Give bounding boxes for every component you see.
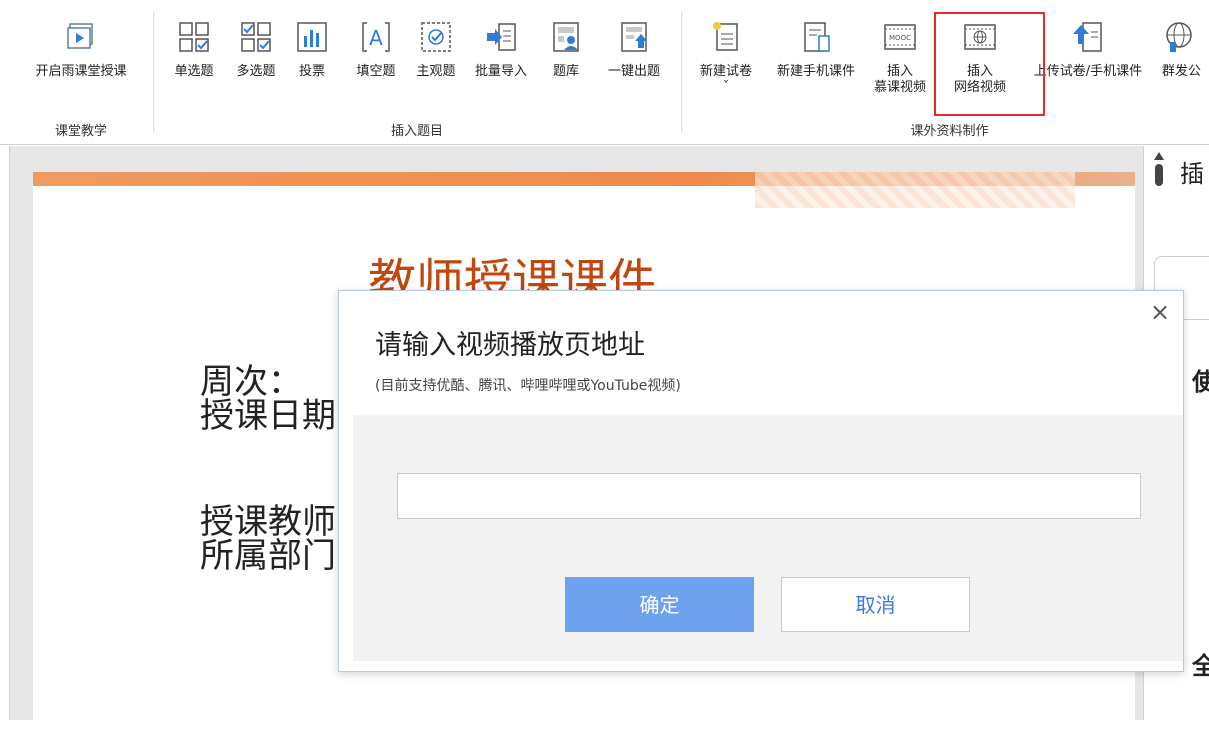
ribbon-separator [153,12,154,132]
group-label-classroom: 课堂教学 [54,124,107,139]
upload-exam-courseware-label: 上传试卷/手机课件 [1033,64,1143,79]
svg-text:A: A [369,26,383,50]
one-click-questions-button[interactable]: 一键出题 [598,0,670,118]
bar-chart-icon [297,22,327,52]
start-rain-classroom-button[interactable]: 开启雨课堂授课 [22,0,140,118]
subjective-button[interactable]: 主观题 [406,0,466,118]
question-bank-button[interactable]: 题库 [544,0,588,118]
mooc-icon: MOOC [884,24,916,50]
new-exam-label: 新建试卷 [699,64,752,79]
fill-blank-button[interactable]: A 填空题 [346,0,406,118]
insert-mooc-video-label: 插入 [886,64,913,79]
scroll-up-icon[interactable] [1152,150,1166,190]
slide-line-teacher: 授课教师 [200,502,336,542]
single-choice-icon [179,22,209,52]
dialog-subtitle: (目前支持优酷、腾讯、哔哩哔哩或YouTube视频) [375,378,681,394]
vote-label: 投票 [298,64,325,79]
broadcast-label: 群发公 [1162,64,1202,79]
insert-mooc-video-button[interactable]: MOOC 插入 慕课视频 [868,0,932,118]
import-icon [487,23,516,51]
slide-line-department: 所属部门 [200,536,336,576]
dialog-title: 请输入视频播放页地址 [375,330,645,361]
subjective-icon [421,22,451,52]
new-exam-button[interactable]: 新建试卷 ˇ [690,0,762,118]
single-choice-button[interactable]: 单选题 [164,0,224,118]
svg-text:MOOC: MOOC [889,34,911,42]
highlight-box [934,12,1045,116]
insert-video-dialog: × 请输入视频播放页地址 (目前支持优酷、腾讯、哔哩哔哩或YouTube视频) … [338,290,1184,672]
video-url-input[interactable] [397,473,1141,519]
play-screen-icon [67,23,93,49]
confirm-button[interactable]: 确定 [565,577,754,632]
start-rain-classroom-label: 开启雨课堂授课 [35,64,127,79]
ribbon-toolbar: 开启雨课堂授课 单选题 多选题 投票 A 填空题 主观题 批量导入 题库 一键出… [0,0,1209,145]
dialog-body: 确定 取消 [353,415,1183,661]
side-panel-heading: 使 [1192,368,1209,396]
vote-button[interactable]: 投票 [290,0,334,118]
cancel-button[interactable]: 取消 [781,577,970,632]
question-bank-label: 题库 [552,64,579,79]
subjective-label: 主观题 [416,64,456,79]
group-label-materials: 课外资料制作 [910,124,989,139]
new-mobile-courseware-button[interactable]: 新建手机课件 [764,0,868,118]
single-choice-label: 单选题 [174,64,214,79]
mobile-courseware-icon [804,22,830,52]
upload-doc-icon [621,22,647,52]
left-border [0,146,10,720]
chevron-down-icon[interactable]: ˇ [723,80,730,96]
group-label-insert-questions: 插入题目 [390,124,443,139]
side-panel-title: 插 [1180,160,1204,188]
multi-choice-button[interactable]: 多选题 [226,0,286,118]
fill-blank-label: 填空题 [356,64,396,79]
new-mobile-courseware-label: 新建手机课件 [776,64,855,79]
text-box-icon: A [362,22,390,52]
question-bank-icon [553,22,579,52]
insert-mooc-video-label-2: 慕课视频 [873,80,926,95]
upload-icon [1073,22,1102,52]
globe-icon [1166,22,1192,52]
ribbon-separator [681,12,682,132]
one-click-questions-label: 一键出题 [607,64,660,79]
side-panel-footer: 全 [1192,652,1209,680]
batch-import-button[interactable]: 批量导入 [466,0,536,118]
slide-line-date: 授课日期 [200,396,336,436]
new-document-icon [713,22,738,51]
multi-choice-icon [241,22,271,52]
slide-header-pattern [755,172,1075,208]
broadcast-button[interactable]: 群发公 [1162,0,1209,118]
batch-import-label: 批量导入 [474,64,527,79]
close-icon[interactable]: × [1147,299,1173,325]
multi-choice-label: 多选题 [236,64,276,79]
slide-line-week: 周次： [200,362,302,402]
